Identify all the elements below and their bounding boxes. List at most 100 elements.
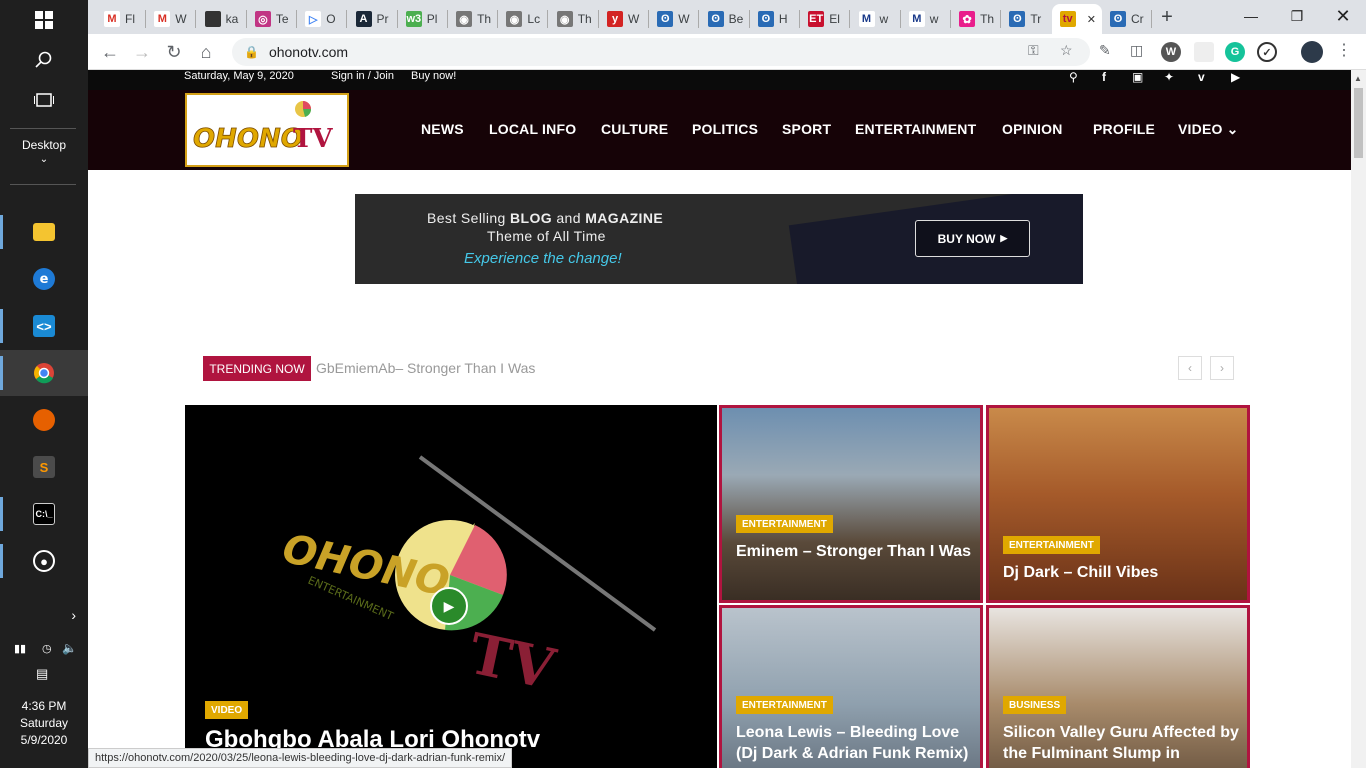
start-button[interactable] bbox=[0, 0, 88, 40]
page-scrollbar[interactable]: ▲ bbox=[1351, 70, 1366, 768]
post-title[interactable]: Silicon Valley Guru Affected by the Fulm… bbox=[1003, 722, 1243, 768]
banner-buy-now-button[interactable]: BUY NOW ▶ bbox=[915, 220, 1030, 257]
reload-button[interactable]: ↻ bbox=[160, 38, 188, 66]
nav-item-opinion[interactable]: OPINION bbox=[1002, 121, 1063, 137]
terminal-app[interactable]: C:\_ bbox=[0, 491, 88, 537]
close-window-button[interactable]: ✕ bbox=[1320, 0, 1366, 32]
browser-tab[interactable]: ʘ Cr bbox=[1102, 4, 1152, 34]
browser-tab[interactable]: yW bbox=[599, 4, 649, 34]
browser-tab[interactable]: ◉ Th bbox=[549, 4, 599, 34]
instagram-icon[interactable]: ▣ bbox=[1132, 70, 1143, 84]
post-tile[interactable]: BUSINESS Silicon Valley Guru Affected by… bbox=[986, 605, 1250, 768]
category-badge[interactable]: ENTERTAINMENT bbox=[736, 515, 833, 533]
media-app[interactable]: ● bbox=[0, 538, 88, 584]
post-title[interactable]: Dj Dark – Chill Vibes bbox=[1003, 562, 1243, 583]
bookmark-star-icon[interactable]: ☆ bbox=[1060, 42, 1073, 59]
show-hidden-icons-button[interactable]: › bbox=[0, 604, 88, 626]
post-title[interactable]: Eminem – Stronger Than I Was bbox=[736, 541, 976, 562]
maximize-button[interactable]: ❐ bbox=[1274, 0, 1320, 32]
task-view-button[interactable] bbox=[0, 80, 88, 120]
browser-tab[interactable]: w3 Pl bbox=[398, 4, 448, 34]
wifi-icon[interactable]: ◷ bbox=[42, 642, 52, 655]
nav-item-news[interactable]: NEWS bbox=[421, 121, 464, 137]
browser-tab[interactable]: Mw bbox=[851, 4, 901, 34]
nav-item-politics[interactable]: POLITICS bbox=[692, 121, 758, 137]
browser-tab[interactable]: ʘH bbox=[750, 4, 800, 34]
forward-button[interactable]: → bbox=[128, 38, 156, 66]
browser-tab[interactable]: ʘ Be bbox=[700, 4, 750, 34]
browser-tab[interactable]: Mw bbox=[901, 4, 951, 34]
nav-item-local-info[interactable]: LOCAL INFO bbox=[489, 121, 576, 137]
nav-item-culture[interactable]: CULTURE bbox=[601, 121, 668, 137]
scroll-up-icon[interactable]: ▲ bbox=[1354, 74, 1362, 83]
trending-prev-button[interactable]: ‹ bbox=[1178, 356, 1202, 380]
browser-tab[interactable]: ET El bbox=[800, 4, 850, 34]
minimize-button[interactable]: — bbox=[1228, 0, 1274, 32]
eyedropper-icon[interactable]: ✎ bbox=[1099, 42, 1111, 59]
post-tile[interactable]: ENTERTAINMENT Leona Lewis – Bleeding Lov… bbox=[719, 605, 983, 768]
post-title[interactable]: Leona Lewis – Bleeding Love (Dj Dark & A… bbox=[736, 722, 976, 764]
category-badge[interactable]: ENTERTAINMENT bbox=[736, 696, 833, 714]
play-button[interactable]: ▶ bbox=[430, 587, 468, 625]
browser-tab[interactable]: M Fl bbox=[96, 4, 146, 34]
desktop-toolbar[interactable]: Desktop ⌄ bbox=[0, 138, 88, 165]
volume-icon[interactable]: 🔈 bbox=[62, 641, 77, 655]
close-tab-icon[interactable]: ✕ bbox=[1087, 13, 1096, 26]
new-tab-button[interactable]: + bbox=[1155, 5, 1179, 29]
nav-item-entertainment[interactable]: ENTERTAINMENT bbox=[855, 121, 976, 137]
category-badge[interactable]: ENTERTAINMENT bbox=[1003, 536, 1100, 554]
browser-tab[interactable]: ʘ Tr bbox=[1001, 4, 1051, 34]
key-icon[interactable]: ⚿ bbox=[1028, 42, 1039, 59]
browser-tab[interactable]: ◉ Th bbox=[448, 4, 498, 34]
facebook-icon[interactable]: f bbox=[1102, 70, 1106, 84]
shield-icon[interactable]: ✓ bbox=[1257, 42, 1277, 62]
category-badge[interactable]: VIDEO bbox=[205, 701, 249, 719]
grammarly-icon[interactable]: G bbox=[1225, 42, 1245, 62]
extension-icon[interactable] bbox=[1194, 42, 1214, 62]
buy-now-link[interactable]: Buy now! bbox=[411, 70, 456, 82]
search-button[interactable] bbox=[0, 40, 88, 80]
nav-item-profile[interactable]: PROFILE bbox=[1093, 121, 1155, 137]
camera-icon[interactable]: ◫ bbox=[1130, 42, 1143, 59]
taskbar-clock[interactable]: 4:36 PM Saturday 5/9/2020 bbox=[0, 698, 88, 749]
site-logo[interactable]: OHONO TV bbox=[185, 93, 349, 167]
sublime-app[interactable]: S bbox=[0, 444, 88, 490]
browser-tab[interactable]: ʘW bbox=[649, 4, 699, 34]
browser-tab[interactable]: ka bbox=[197, 4, 247, 34]
trending-next-button[interactable]: › bbox=[1210, 356, 1234, 380]
back-button[interactable]: ← bbox=[96, 38, 124, 66]
youtube-icon[interactable]: ▶ bbox=[1231, 70, 1240, 84]
home-button[interactable]: ⌂ bbox=[192, 38, 220, 66]
browser-tab[interactable]: ✿ Th bbox=[951, 4, 1001, 34]
featured-post[interactable]: OHONO TV ENTERTAINMENT ▶ VIDEO Gbohgbo A… bbox=[185, 405, 717, 768]
address-bar[interactable]: 🔒 ohonotv.com bbox=[232, 38, 1090, 66]
twitter-icon[interactable]: ✦ bbox=[1164, 70, 1174, 84]
edge-app[interactable]: e bbox=[0, 256, 88, 302]
browser-tab[interactable]: ▷ O bbox=[297, 4, 347, 34]
browser-tab[interactable]: A Pr bbox=[348, 4, 398, 34]
browser-tab[interactable]: MW bbox=[146, 4, 196, 34]
wordpress-icon[interactable]: W bbox=[1161, 42, 1181, 62]
browser-tab[interactable]: ◎ Te bbox=[247, 4, 297, 34]
category-badge[interactable]: BUSINESS bbox=[1003, 696, 1067, 714]
notification-icon[interactable]: ▤ bbox=[36, 666, 48, 682]
search-icon[interactable]: ⚲ bbox=[1069, 70, 1078, 84]
scroll-thumb[interactable] bbox=[1354, 88, 1363, 158]
file-explorer-app[interactable] bbox=[0, 209, 88, 255]
trending-ticker[interactable]: GbEmiemAb– Stronger Than I Was bbox=[316, 360, 535, 376]
nav-item-video[interactable]: VIDEO ⌄ bbox=[1178, 121, 1239, 138]
ad-banner[interactable]: Best Selling BLOG and MAGAZINE Theme of … bbox=[355, 194, 1083, 284]
nav-item-sport[interactable]: SPORT bbox=[782, 121, 831, 137]
menu-icon[interactable]: ⋮ bbox=[1336, 40, 1352, 60]
post-tile[interactable]: ENTERTAINMENT Dj Dark – Chill Vibes bbox=[986, 405, 1250, 603]
signin-link[interactable]: Sign in / Join bbox=[331, 70, 394, 82]
browser-tab[interactable]: tv ✕ bbox=[1051, 4, 1102, 34]
vimeo-icon[interactable]: v bbox=[1198, 70, 1205, 84]
chrome-app[interactable] bbox=[0, 350, 88, 396]
firefox-app[interactable] bbox=[0, 397, 88, 443]
browser-tab[interactable]: ◉ Lc bbox=[498, 4, 548, 34]
vscode-app[interactable]: <> bbox=[0, 303, 88, 349]
battery-icon[interactable]: ▮▮ bbox=[14, 642, 26, 655]
avatar[interactable] bbox=[1301, 41, 1323, 63]
post-tile[interactable]: ENTERTAINMENT Eminem – Stronger Than I W… bbox=[719, 405, 983, 603]
